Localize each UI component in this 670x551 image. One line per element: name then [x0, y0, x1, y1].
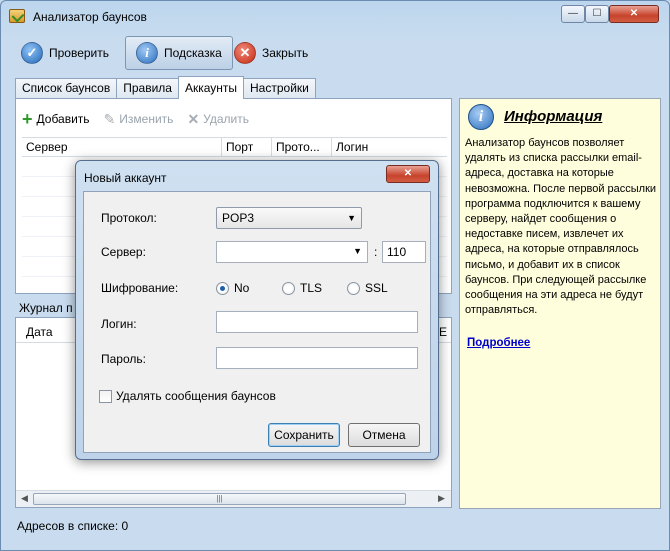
status-count: 0: [121, 519, 129, 533]
info-title: Информация: [504, 108, 603, 125]
tab-accounts[interactable]: Аккаунты: [177, 76, 245, 99]
app-icon: [9, 9, 25, 23]
main-toolbar: ✓ Проверить i Подсказка ✕ Закрыть: [9, 33, 663, 73]
column-header-date[interactable]: Дата: [16, 321, 53, 343]
dialog-body: Протокол: POP3 ▼ Сервер: ▼ : 110 Шифрова…: [83, 191, 431, 453]
encryption-option-tls: TLS: [300, 281, 323, 295]
journal-label: Журнал п: [19, 301, 73, 315]
column-header-login[interactable]: Логин: [332, 138, 447, 157]
encryption-radio-ssl[interactable]: SSL: [347, 281, 388, 295]
protocol-select[interactable]: POP3 ▼: [216, 207, 362, 229]
radio-icon: [282, 281, 295, 295]
info-icon: i: [468, 104, 494, 130]
close-button[interactable]: ✕ Закрыть: [224, 36, 318, 70]
check-button-label: Проверить: [49, 46, 110, 60]
info-text: Анализатор баунсов позволяет удалять из …: [465, 137, 657, 317]
password-label: Пароль:: [101, 352, 146, 366]
close-window-button[interactable]: ✕: [609, 5, 659, 23]
port-separator: :: [374, 245, 378, 259]
radio-icon: [347, 281, 360, 295]
minimize-button[interactable]: —: [561, 5, 585, 23]
protocol-label: Протокол:: [101, 211, 157, 225]
column-header-port[interactable]: Порт: [222, 138, 272, 157]
scroll-thumb[interactable]: |||: [33, 493, 406, 505]
scroll-left-icon[interactable]: ◀: [21, 493, 28, 504]
encryption-option-no: No: [234, 281, 250, 295]
add-account-button[interactable]: + Добавить: [22, 109, 90, 129]
encryption-option-ssl: SSL: [365, 281, 388, 295]
tab-rules[interactable]: Правила: [116, 78, 179, 99]
info-icon: i: [136, 42, 158, 64]
edit-account-label: Изменить: [119, 112, 174, 126]
column-header-server[interactable]: Сервер: [22, 138, 222, 157]
server-combobox[interactable]: ▼: [216, 241, 368, 263]
save-button[interactable]: Сохранить: [268, 423, 340, 447]
delete-icon: ✕: [187, 110, 200, 127]
tab-strip: Список баунсов Правила Аккаунты Настройк…: [15, 76, 316, 99]
window-title: Анализатор баунсов: [33, 10, 147, 24]
delete-bounces-label: Удалять сообщения баунсов: [116, 389, 276, 403]
main-window: Анализатор баунсов — ☐ ✕ ✓ Проверить i П…: [0, 0, 670, 551]
dialog-close-button[interactable]: ✕: [386, 165, 430, 183]
encryption-label: Шифрование:: [101, 281, 179, 295]
delete-account-button[interactable]: ✕ Удалить: [187, 111, 249, 128]
maximize-button[interactable]: ☐: [585, 5, 609, 23]
tab-settings[interactable]: Настройки: [243, 78, 316, 99]
protocol-value: POP3: [222, 211, 255, 225]
status-bar: Адресов в списке: 0: [17, 519, 128, 533]
column-header-protocol[interactable]: Прото...: [272, 138, 332, 157]
checkbox-icon: [99, 389, 112, 403]
horizontal-scrollbar[interactable]: ◀ ||| ▶: [16, 490, 451, 507]
new-account-dialog: Новый аккаунт ✕ Протокол: POP3 ▼ Сервер:…: [75, 160, 439, 460]
plus-icon: +: [22, 109, 33, 129]
encryption-radio-no[interactable]: No: [216, 281, 249, 295]
close-icon: ✕: [234, 42, 256, 64]
pencil-icon: ✎: [103, 110, 116, 127]
add-account-label: Добавить: [36, 112, 90, 126]
dialog-title: Новый аккаунт: [84, 171, 167, 185]
more-info-link[interactable]: Подробнее: [467, 337, 530, 349]
check-icon: ✓: [21, 42, 43, 64]
delete-account-label: Удалить: [203, 112, 249, 126]
delete-bounces-checkbox[interactable]: Удалять сообщения баунсов: [99, 389, 276, 403]
password-field[interactable]: [216, 347, 418, 369]
edit-account-button[interactable]: ✎ Изменить: [104, 111, 174, 128]
check-button[interactable]: ✓ Проверить: [11, 36, 119, 70]
port-field[interactable]: 110: [382, 241, 426, 263]
chevron-down-icon: ▼: [347, 213, 356, 223]
hint-button[interactable]: i Подсказка: [125, 36, 233, 70]
status-label: Адресов в списке:: [17, 519, 119, 533]
encryption-radio-tls[interactable]: TLS: [282, 281, 322, 295]
tab-bounce-list[interactable]: Список баунсов: [15, 78, 118, 99]
server-label: Сервер:: [101, 245, 146, 259]
info-panel: i Информация Анализатор баунсов позволяе…: [459, 98, 661, 509]
login-field[interactable]: [216, 311, 418, 333]
login-label: Логин:: [101, 317, 137, 331]
close-button-label: Закрыть: [262, 46, 309, 60]
accounts-grid-header: Сервер Порт Прото... Логин: [22, 137, 447, 157]
scroll-right-icon[interactable]: ▶: [438, 493, 445, 504]
radio-selected-icon: [216, 281, 229, 295]
title-bar: Анализатор баунсов — ☐ ✕: [1, 1, 669, 31]
accounts-toolbar: + Добавить ✎ Изменить ✕ Удалить: [22, 109, 249, 129]
chevron-down-icon[interactable]: ▼: [353, 246, 362, 256]
hint-button-label: Подсказка: [164, 46, 222, 60]
cancel-button[interactable]: Отмена: [348, 423, 420, 447]
